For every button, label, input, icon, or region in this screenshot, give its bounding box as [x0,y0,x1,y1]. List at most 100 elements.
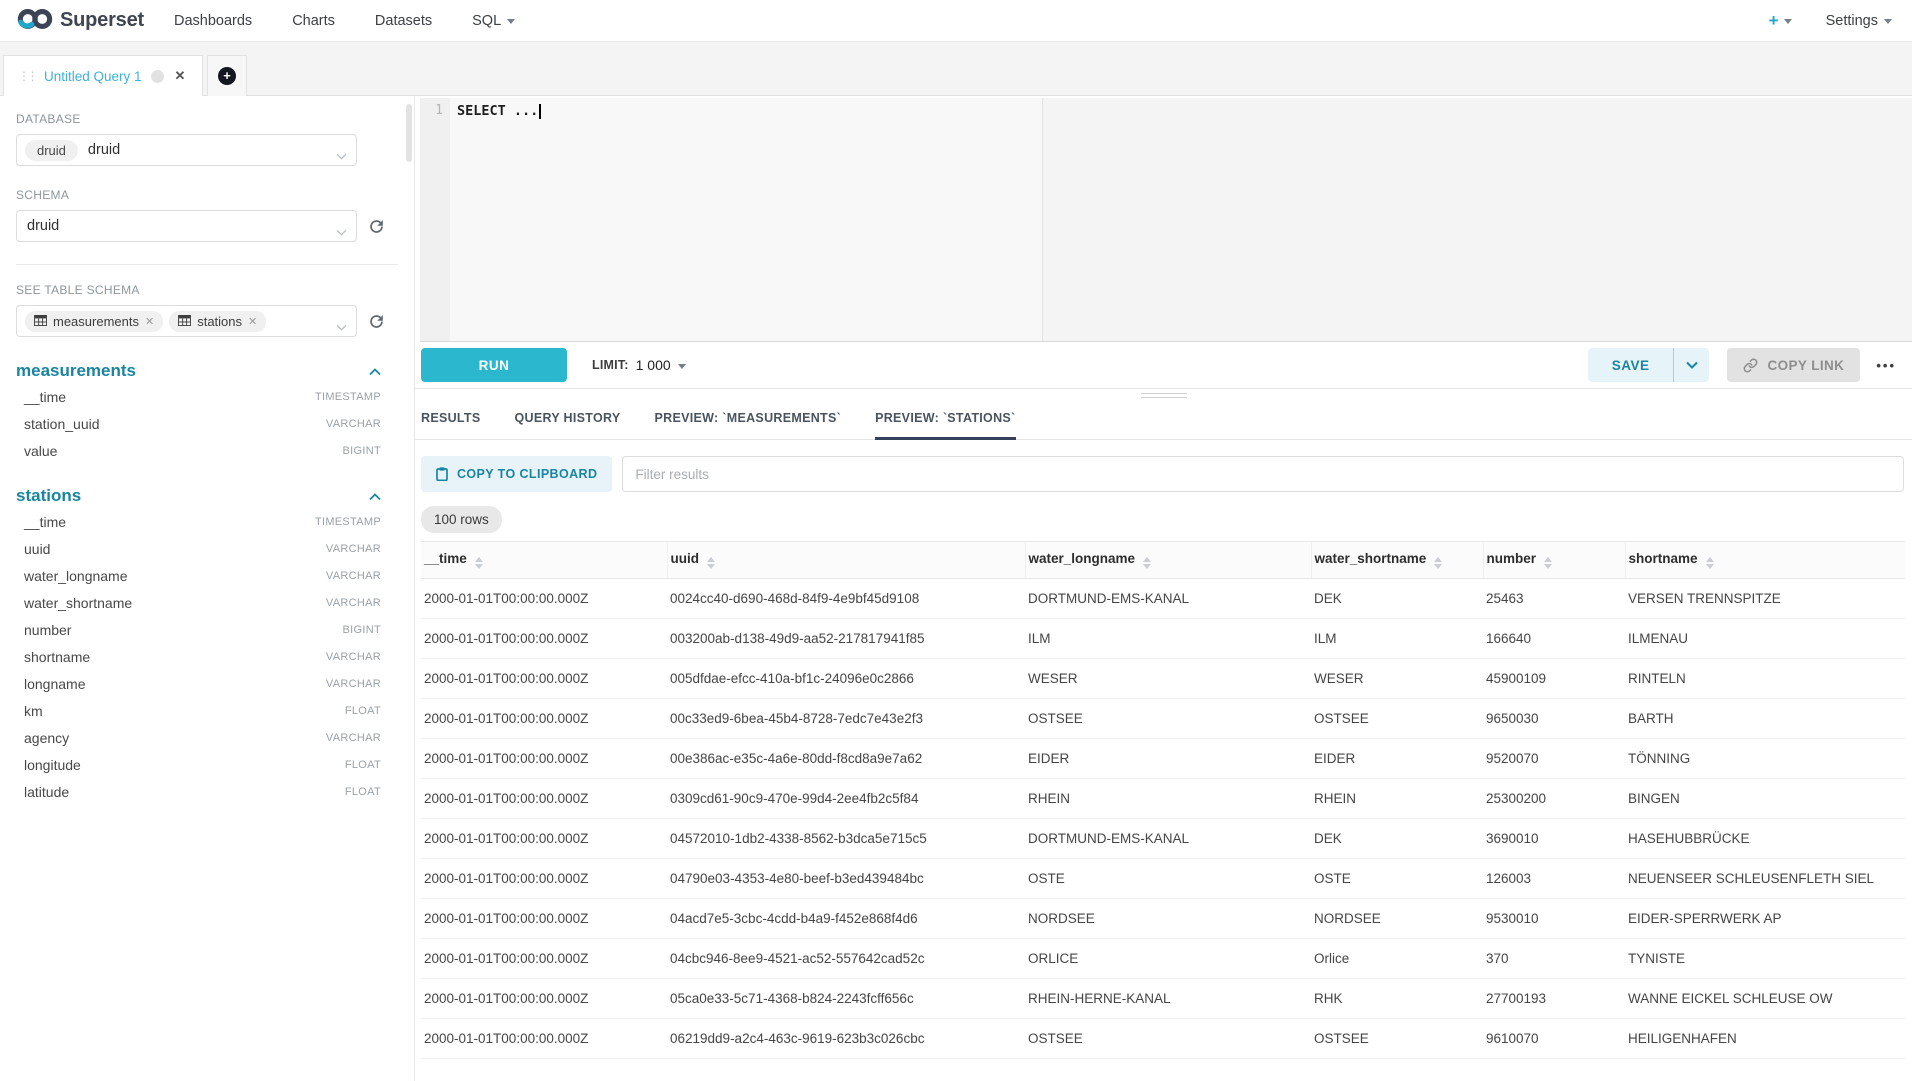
table-schema-select[interactable]: measurements✕stations✕ [16,305,357,337]
query-tab-title: Untitled Query 1 [44,69,142,84]
table-cell: 00e386ac-e35c-4a6e-80dd-f8cd8a9e7a62 [667,739,1025,779]
results-tab-preview-measurements-[interactable]: PREVIEW: `MEASUREMENTS` [655,411,842,440]
column-header-water_longname[interactable]: water_longname [1025,542,1311,579]
table-cell: EIDER [1025,739,1311,779]
editor-toolbar: RUN LIMIT: 1 000 SAVE COPY LINK ••• [415,342,1912,389]
new-query-plus-menu[interactable]: + [1769,11,1792,31]
save-button[interactable]: SAVE [1588,348,1674,382]
column-type: VARCHAR [326,651,381,663]
column-type: VARCHAR [326,678,381,690]
column-type: TIMESTAMP [315,391,381,403]
nav-item-charts[interactable]: Charts [292,13,335,29]
table-cell: 9530010 [1483,899,1625,939]
nav-item-sql[interactable]: SQL [472,13,515,29]
column-header-number[interactable]: number [1483,542,1625,579]
column-name: water_longname [24,568,128,584]
table-cell: 2000-01-01T00:00:00.000Z [421,619,667,659]
schema-column-row: station_uuidVARCHAR [24,413,381,435]
sql-editor[interactable]: 1 SELECT ... [420,98,1912,342]
table-cell: 9650030 [1483,699,1625,739]
top-navbar: Superset Dashboards Charts Datasets SQL + S… [0,0,1912,42]
plus-circle-icon: + [218,67,236,85]
refresh-schema-button[interactable] [367,217,386,236]
database-label: DATABASE [16,112,414,126]
schema-table-header-stations[interactable]: stations [16,486,381,506]
remove-chip-icon[interactable]: ✕ [248,315,257,328]
table-cell: NORDSEE [1311,899,1483,939]
table-cell: 45900109 [1483,659,1625,699]
table-cell: WESER [1025,659,1311,699]
table-row: 2000-01-01T00:00:00.000Z04acd7e5-3cbc-4c… [421,899,1905,939]
save-options-button[interactable] [1673,348,1709,382]
table-row: 2000-01-01T00:00:00.000Z04790e03-4353-4e… [421,859,1905,899]
table-cell: RHK [1311,979,1483,1019]
table-cell: ILM [1311,619,1483,659]
results-tab-preview-stations-[interactable]: PREVIEW: `STATIONS` [875,411,1015,440]
nav-item-dashboards[interactable]: Dashboards [174,13,252,29]
chevron-down-icon [336,318,347,334]
table-cell: 25300200 [1483,779,1625,819]
table-cell: 04790e03-4353-4e80-beef-b3ed439484bc [667,859,1025,899]
close-icon[interactable]: ✕ [175,68,186,84]
sidebar-scrollbar[interactable] [406,104,412,162]
table-cell: 06219dd9-a2c4-463c-9619-623b3c026cbc [667,1019,1025,1059]
sqllab-sidebar: DATABASE druid druid SCHEMA druid [0,96,415,1081]
plus-icon: + [1769,11,1779,31]
column-header-water_shortname[interactable]: water_shortname [1311,542,1483,579]
table-cell: ILM [1025,619,1311,659]
column-type: FLOAT [345,705,381,717]
column-name: value [24,443,57,459]
refresh-tables-button[interactable] [367,312,386,331]
collapse-chevron-icon [369,488,381,504]
schema-table-header-measurements[interactable]: measurements [16,361,381,381]
column-header-label: __time [424,551,467,566]
schema-column-row: __timeTIMESTAMP [24,511,381,533]
column-header-__time[interactable]: __time [421,542,667,579]
settings-menu[interactable]: Settings [1826,13,1892,29]
schema-column-row: longitudeFLOAT [24,754,381,776]
database-select[interactable]: druid druid [16,134,357,166]
line-number: 1 [435,103,443,118]
table-row: 2000-01-01T00:00:00.000Z04cbc946-8ee9-45… [421,939,1905,979]
results-tab-results[interactable]: RESULTS [421,411,481,440]
nav-item-datasets[interactable]: Datasets [375,13,432,29]
table-cell: BARTH [1625,699,1905,739]
chevron-up-icon [369,368,381,376]
add-query-tab-button[interactable]: + [207,55,247,96]
table-cell: 003200ab-d138-49d9-aa52-217817941f85 [667,619,1025,659]
table-cell: 2000-01-01T00:00:00.000Z [421,659,667,699]
copy-to-clipboard-button[interactable]: COPY TO CLIPBOARD [421,456,612,492]
schema-table-name: stations [16,486,81,506]
table-chip-measurements: measurements✕ [25,311,163,332]
copy-link-button[interactable]: COPY LINK [1727,348,1860,382]
filter-results-input[interactable] [622,456,1904,492]
refresh-icon [367,217,386,236]
limit-dropdown[interactable]: LIMIT: 1 000 [592,357,686,373]
table-cell: 05ca0e33-5c71-4368-b824-2243fcff656c [667,979,1025,1019]
column-header-uuid[interactable]: uuid [667,542,1025,579]
panel-resize-handle[interactable] [415,389,1912,402]
results-tab-query-history[interactable]: QUERY HISTORY [515,411,621,440]
editor-code-area[interactable]: SELECT ... [450,98,1912,341]
schema-select[interactable]: druid [16,210,357,242]
chevron-down-icon [1784,19,1792,24]
schema-column-row: water_shortnameVARCHAR [24,592,381,614]
run-button[interactable]: RUN [421,348,567,382]
schema-column-row: numberBIGINT [24,619,381,641]
more-options-button[interactable]: ••• [1876,358,1896,373]
results-table-header: __time uuidwater_longnamewater_shortname n… [421,542,1905,579]
query-tab[interactable]: ⋮⋮ Untitled Query 1 ✕ [3,55,203,96]
table-row: 2000-01-01T00:00:00.000Z0309cd61-90c9-47… [421,779,1905,819]
drag-handle-icon[interactable]: ⋮⋮ [18,71,35,81]
column-type: VARCHAR [326,543,381,555]
column-name: km [24,703,43,719]
schema-column-row: km FLOAT [24,700,381,722]
nav-menu: Dashboards Charts Datasets SQL [174,13,515,29]
column-header-shortname[interactable]: shortname [1625,542,1905,579]
column-header-label: number [1487,551,1537,566]
table-cell: OSTSEE [1311,699,1483,739]
remove-chip-icon[interactable]: ✕ [145,315,154,328]
schema-column-row: longnameVARCHAR [24,673,381,695]
table-cell: Orlice [1311,939,1483,979]
superset-logo[interactable]: Superset [16,6,144,35]
